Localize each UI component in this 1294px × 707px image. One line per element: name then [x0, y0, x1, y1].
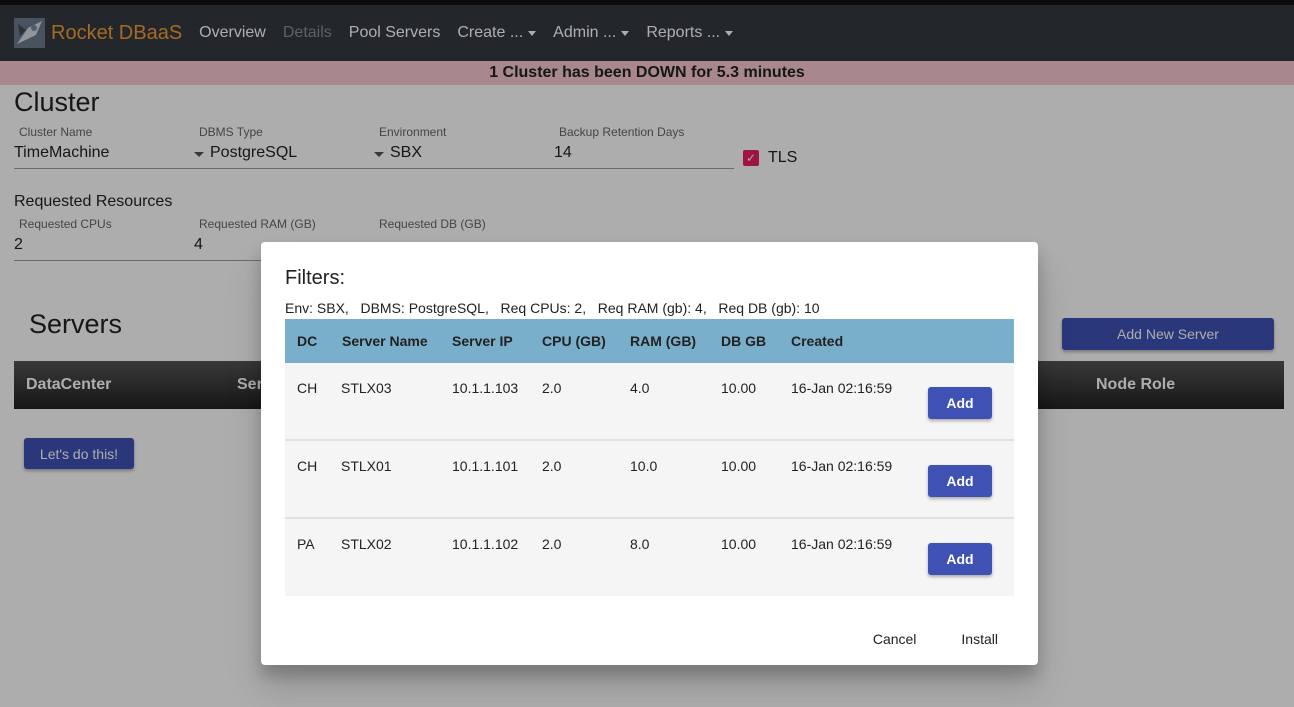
table-row: PA STLX02 10.1.1.102 2.0 8.0 10.00 16-Ja…: [285, 519, 1014, 596]
header-cpu: CPU (GB): [542, 333, 606, 349]
cell-db: 10.00: [721, 380, 757, 396]
cell-server-ip: 10.1.1.102: [452, 536, 519, 552]
cell-created: 16-Jan 02:16:59: [791, 458, 893, 474]
cell-cpu: 2.0: [542, 536, 562, 552]
header-ram: RAM (GB): [630, 333, 697, 349]
header-server-ip: Server IP: [452, 333, 513, 349]
cell-cpu: 2.0: [542, 458, 562, 474]
add-server-button[interactable]: Add: [928, 387, 992, 419]
cell-server-name: STLX01: [341, 458, 392, 474]
cell-dc: CH: [297, 458, 318, 474]
cell-ram: 4.0: [630, 380, 650, 396]
cell-ram: 8.0: [630, 536, 650, 552]
cell-ram: 10.0: [630, 458, 658, 474]
header-dc: DC: [297, 333, 318, 349]
add-server-button[interactable]: Add: [928, 465, 992, 497]
filters-dialog: Filters: Env: SBX, DBMS: PostgreSQL, Req…: [261, 242, 1038, 665]
cell-cpu: 2.0: [542, 380, 562, 396]
add-server-button[interactable]: Add: [928, 543, 992, 575]
install-button[interactable]: Install: [961, 631, 998, 647]
cell-dc: CH: [297, 380, 318, 396]
cell-server-ip: 10.1.1.101: [452, 458, 519, 474]
cell-server-ip: 10.1.1.103: [452, 380, 519, 396]
cell-db: 10.00: [721, 536, 757, 552]
header-server-name: Server Name: [342, 333, 428, 349]
header-db: DB GB: [721, 333, 767, 349]
cell-server-name: STLX03: [341, 380, 392, 396]
cell-created: 16-Jan 02:16:59: [791, 380, 893, 396]
cancel-button[interactable]: Cancel: [873, 631, 917, 647]
cell-dc: PA: [297, 536, 315, 552]
dialog-actions: Cancel Install: [873, 631, 998, 647]
table-row: CH STLX01 10.1.1.101 2.0 10.0 10.00 16-J…: [285, 441, 1014, 519]
pool-servers-table: DC Server Name Server IP CPU (GB) RAM (G…: [285, 319, 1014, 596]
dialog-title: Filters:: [285, 267, 345, 289]
header-created: Created: [791, 333, 844, 349]
table-row: CH STLX03 10.1.1.103 2.0 4.0 10.00 16-Ja…: [285, 363, 1014, 441]
cell-server-name: STLX02: [341, 536, 392, 552]
table-header: DC Server Name Server IP CPU (GB) RAM (G…: [285, 319, 1014, 363]
cell-created: 16-Jan 02:16:59: [791, 536, 893, 552]
cell-db: 10.00: [721, 458, 757, 474]
filters-summary: Env: SBX, DBMS: PostgreSQL, Req CPUs: 2,…: [285, 300, 820, 316]
